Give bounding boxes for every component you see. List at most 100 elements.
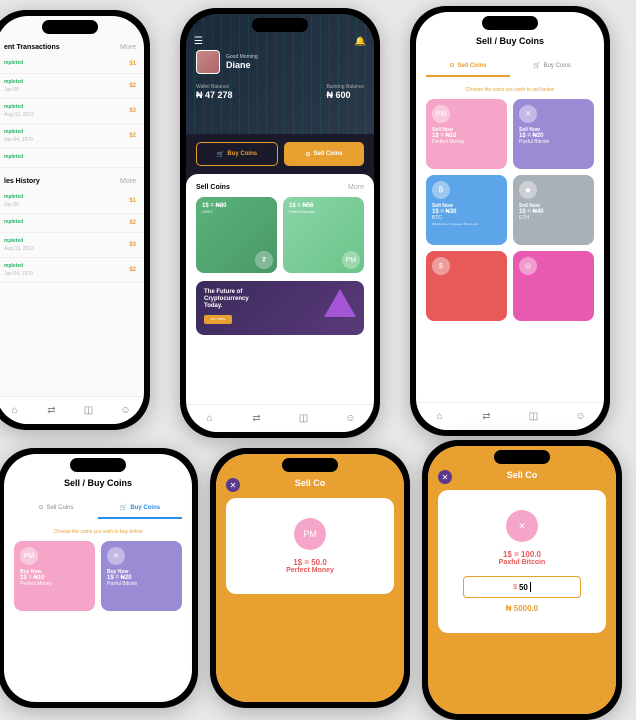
- banking-value: ₦ 600: [326, 90, 364, 100]
- screen: ✕ Sell Co ✕ 1$ = 100.0 Paxful Bitcoin $ …: [428, 446, 616, 714]
- coin-card[interactable]: ₿Sell Now1$ = ₦30BTC(Blockchain, Coinbas…: [426, 175, 507, 245]
- home-icon[interactable]: ⌂: [433, 410, 447, 424]
- wallet-icon[interactable]: ◫: [527, 410, 541, 424]
- buy-coins-button[interactable]: 🛒 Buy Coins: [196, 142, 278, 166]
- coins-icon: ⊙: [449, 62, 454, 69]
- coin-icon: ◆: [519, 181, 537, 199]
- date: Jan 05: [4, 87, 23, 93]
- profile-icon[interactable]: ☺: [344, 412, 358, 426]
- balance-row: Wallet Balance ₦ 47 278 Banking Balance …: [196, 84, 364, 100]
- action-row: 🛒 Buy Coins ⊙ Sell Coins: [186, 134, 374, 174]
- swap-icon[interactable]: ⇄: [250, 412, 264, 426]
- transaction-row[interactable]: mpletedAug 03, 2023$3: [0, 233, 144, 258]
- transaction-row[interactable]: mpletedJan 05$1: [0, 189, 144, 214]
- coin-card[interactable]: PMSell Now1$ = ₦10Perfect Money: [426, 99, 507, 169]
- wallet-icon[interactable]: ◫: [82, 404, 96, 418]
- transaction-row[interactable]: mpletedJan 04, 1970$2: [0, 124, 144, 149]
- phone-dashboard: ☰ 🔔 Good Morning Diane Wallet Balance ₦ …: [180, 8, 380, 438]
- status: mpleted: [4, 238, 34, 244]
- notch: [494, 450, 550, 464]
- coin-card[interactable]: PMBuy Now1$ = ₦10Perfect Money: [14, 541, 95, 611]
- tab-buy[interactable]: 🛒 Buy Coins: [98, 498, 182, 519]
- status: mpleted: [4, 79, 23, 85]
- tab-buy[interactable]: 🛒 Buy Coins: [510, 56, 594, 77]
- date: Jan 04, 1970: [4, 271, 33, 277]
- sell-header: Sell Coins: [196, 184, 230, 191]
- notch: [282, 458, 338, 472]
- banner-line: Today.: [204, 303, 222, 309]
- triangle-icon: [324, 289, 356, 317]
- amount-input[interactable]: $ 50: [463, 576, 581, 598]
- date: Aug 03, 2023: [4, 246, 34, 252]
- transaction-row[interactable]: mpleted: [0, 149, 144, 168]
- tab-sell[interactable]: ⊙ Sell Coins: [14, 498, 98, 519]
- sell-coins-button[interactable]: ⊙ Sell Coins: [284, 142, 364, 166]
- coin-name: BTC: [432, 215, 501, 221]
- transaction-row[interactable]: mpletedJan 04, 1970$2: [0, 258, 144, 283]
- tabs: ⊙ Sell Coins 🛒 Buy Coins: [416, 52, 604, 81]
- menu-icon[interactable]: ☰: [194, 36, 203, 47]
- screen: ent Transactions More mpleted$1mpletedJa…: [0, 16, 144, 424]
- user-name: Diane: [226, 60, 258, 70]
- transaction-row[interactable]: mpleted$2: [0, 214, 144, 233]
- coin-card[interactable]: $: [426, 251, 507, 321]
- more-link[interactable]: More: [120, 44, 136, 51]
- avatar[interactable]: [196, 50, 220, 74]
- coin-grid: PMBuy Now1$ = ₦10Perfect Money✕Buy Now1$…: [4, 541, 192, 611]
- status: mpleted: [4, 194, 23, 200]
- rate: 1$ = 50.0: [236, 558, 384, 567]
- transaction-row[interactable]: mpleted Aug 03, 2023 $3: [0, 99, 144, 124]
- modal: ✕ Sell Co ✕ 1$ = 100.0 Paxful Bitcoin $ …: [428, 446, 616, 714]
- profile-icon[interactable]: ☺: [574, 410, 588, 424]
- notch: [482, 16, 538, 30]
- tabs: ⊙ Sell Coins 🛒 Buy Coins: [4, 494, 192, 523]
- swap-icon[interactable]: ⇄: [480, 410, 494, 424]
- transaction-list: mpleted$1mpletedJan 05$2mpletedAug 03, 2…: [0, 55, 144, 168]
- status: mpleted: [4, 263, 33, 269]
- cart-icon: 🛒: [533, 62, 540, 69]
- coin-icon: PM: [432, 105, 450, 123]
- modal-title: Sell Co: [438, 470, 606, 480]
- more-link[interactable]: More: [348, 184, 364, 191]
- tab-sell[interactable]: ⊙ Sell Coins: [426, 56, 510, 77]
- close-icon[interactable]: ✕: [226, 478, 240, 492]
- coin-card[interactable]: ◆Sell Now1$ = ₦40ETH: [513, 175, 594, 245]
- buy-now-button[interactable]: BUY NOW: [204, 315, 232, 324]
- home-icon[interactable]: ⌂: [8, 404, 22, 418]
- transaction-row[interactable]: mpletedJan 05$2: [0, 74, 144, 99]
- phone-sell-modal-pm: ✕ Sell Co PM 1$ = 50.0 Perfect Money: [210, 448, 410, 708]
- date: Aug 03, 2023: [4, 112, 34, 118]
- coin-card-usdt[interactable]: 1$ = ₦80 USDT ₮: [196, 197, 277, 273]
- coin-card[interactable]: ✕Buy Now1$ = ₦20Paxful Bitcoin: [101, 541, 182, 611]
- screen: ☰ 🔔 Good Morning Diane Wallet Balance ₦ …: [186, 14, 374, 432]
- transaction-row[interactable]: mpleted$1: [0, 55, 144, 74]
- dashboard-header: ☰ 🔔 Good Morning Diane Wallet Balance ₦ …: [186, 14, 374, 134]
- coin-card[interactable]: ✕Sell Now1$ = ₦20Paxful Bitcoin: [513, 99, 594, 169]
- banner-line: Cryptocurrency: [204, 296, 249, 302]
- input-value: 50: [519, 583, 528, 592]
- more-link[interactable]: More: [120, 178, 136, 185]
- home-icon[interactable]: ⌂: [203, 412, 217, 426]
- coin-card[interactable]: ◎: [513, 251, 594, 321]
- wallet-value: ₦ 47 278: [196, 90, 233, 100]
- coin-name: Perfect Money: [236, 567, 384, 574]
- notification-icon[interactable]: 🔔: [355, 36, 366, 47]
- screen: ✕ Sell Co PM 1$ = 50.0 Perfect Money: [216, 454, 404, 702]
- amount: $3: [129, 108, 136, 114]
- status: mpleted: [4, 104, 34, 110]
- close-icon[interactable]: ✕: [438, 470, 452, 484]
- amount: $2: [129, 220, 136, 226]
- swap-icon[interactable]: ⇄: [45, 404, 59, 418]
- bottom-nav: ⌂ ⇄ ◫ ☺: [186, 404, 374, 432]
- status: mpleted: [4, 154, 23, 160]
- notch: [70, 458, 126, 472]
- coin-card-pm[interactable]: 1$ = ₦56 Perfect Money PM: [283, 197, 364, 273]
- promo-banner[interactable]: The Future of Cryptocurrency Today. BUY …: [196, 281, 364, 335]
- modal-title: Sell Co: [226, 478, 394, 488]
- pm-icon: PM: [294, 518, 326, 550]
- profile-icon[interactable]: ☺: [119, 404, 133, 418]
- wallet-icon[interactable]: ◫: [297, 412, 311, 426]
- cart-icon: 🛒: [120, 504, 127, 511]
- coin-icon: ✕: [107, 547, 125, 565]
- chart-background: [186, 14, 374, 134]
